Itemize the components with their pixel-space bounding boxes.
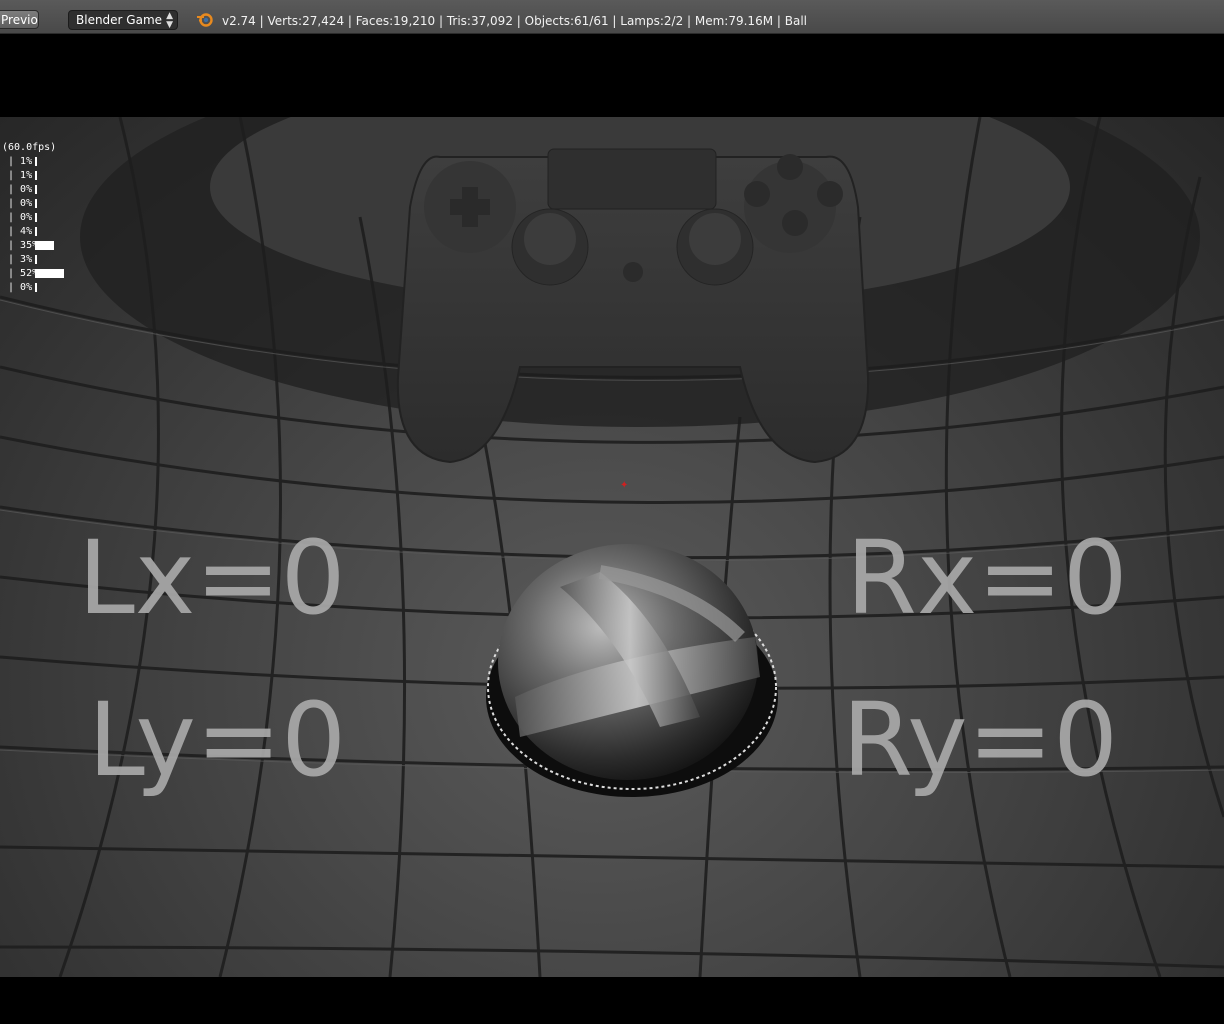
profiler-row-value: | 1% bbox=[2, 170, 33, 181]
profiler-row-bar bbox=[35, 199, 37, 208]
profiler-rows: | 1% | 1% | 0% | 0% | 0% | 4% | 35% | 3%… bbox=[2, 155, 64, 295]
profiler-row-value: | 0% bbox=[2, 198, 33, 209]
profiler-row-bar bbox=[35, 227, 37, 236]
profiler-row-bar bbox=[35, 269, 64, 278]
blender-logo-icon bbox=[197, 13, 213, 27]
profiler-row: | 0% bbox=[2, 281, 56, 295]
profiler-row-bar bbox=[35, 157, 37, 166]
right-stick-x-readout: Rx=0 bbox=[846, 519, 1128, 638]
profiler-row: | 1% bbox=[2, 169, 56, 183]
profiler-row-bar bbox=[35, 241, 54, 250]
profiler-row-value: | 35% bbox=[2, 240, 39, 251]
crosshair-icon: ✦ bbox=[620, 480, 629, 491]
profiler-fps: (60.0fps) bbox=[2, 142, 57, 153]
profiler-row-value: | 0% bbox=[2, 184, 33, 195]
profiler-row-value: | 4% bbox=[2, 226, 33, 237]
profiler-row-bar bbox=[35, 255, 37, 264]
left-stick-y-readout: Ly=0 bbox=[88, 681, 347, 800]
ball-model bbox=[486, 544, 778, 797]
render-engine-label: Blender Game bbox=[76, 13, 163, 27]
profiler-row-value: | 3% bbox=[2, 254, 33, 265]
scene-stats: v2.74 | Verts:27,424 | Faces:19,210 | Tr… bbox=[222, 14, 807, 28]
updown-arrows-icon: ▲ ▼ bbox=[166, 11, 173, 30]
profiler-row: | 1% bbox=[2, 155, 56, 169]
profiler-row-bar bbox=[35, 185, 37, 194]
left-stick-x-readout: Lx=0 bbox=[78, 519, 346, 638]
profiler-row-value: | 52% bbox=[2, 268, 39, 279]
profiler-row-value: | 0% bbox=[2, 282, 33, 293]
render-engine-select[interactable]: Blender Game ▲ ▼ bbox=[68, 10, 178, 30]
profiler-row-value: | 1% bbox=[2, 156, 33, 167]
profiler-row: | 0% bbox=[2, 183, 56, 197]
profiler-row-bar bbox=[35, 283, 37, 292]
profiler-row: | 0% bbox=[2, 197, 56, 211]
previous-button[interactable]: Previous bbox=[0, 10, 39, 29]
profiler-row: | 35% bbox=[2, 239, 56, 253]
profiler-row-value: | 0% bbox=[2, 212, 33, 223]
profiler-row: | 3% bbox=[2, 253, 56, 267]
info-header: Previous Blender Game ▲▼ v2.74 | Verts:2… bbox=[0, 0, 1224, 34]
profiler-row-bar bbox=[35, 213, 37, 222]
profiler-row: | 52% bbox=[2, 267, 64, 281]
profiler-row: | 4% bbox=[2, 225, 56, 239]
right-stick-y-readout: Ry=0 bbox=[842, 681, 1119, 800]
profiler-overlay: (60.0fps) | 1% | 1% | 0% | 0% | 0% | 4% … bbox=[2, 141, 64, 295]
profiler-row: | 0% bbox=[2, 211, 56, 225]
profiler-row-bar bbox=[35, 171, 37, 180]
